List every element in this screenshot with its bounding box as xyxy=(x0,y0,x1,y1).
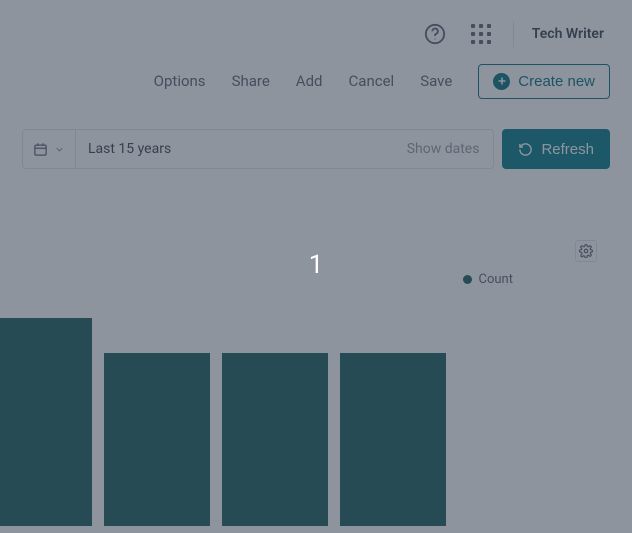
show-dates-toggle[interactable]: Show dates xyxy=(393,141,494,157)
chart-bar[interactable] xyxy=(222,353,328,526)
share-link[interactable]: Share xyxy=(232,72,270,90)
options-link[interactable]: Options xyxy=(154,72,206,90)
calendar-icon xyxy=(33,142,48,157)
refresh-button[interactable]: Refresh xyxy=(502,129,610,169)
date-range-picker[interactable]: Last 15 years Show dates xyxy=(22,129,494,169)
legend-label: Count xyxy=(479,272,513,287)
legend-dot-icon xyxy=(463,275,472,284)
date-dropdown-toggle[interactable] xyxy=(23,130,76,168)
chart-bar[interactable] xyxy=(0,318,92,526)
apps-icon[interactable] xyxy=(467,20,495,48)
refresh-label: Refresh xyxy=(541,141,594,158)
save-link[interactable]: Save xyxy=(420,72,452,90)
cancel-link[interactable]: Cancel xyxy=(349,72,395,90)
help-icon[interactable] xyxy=(421,20,449,48)
chart-panel: Count xyxy=(0,226,610,526)
create-new-button[interactable]: Create new xyxy=(478,64,610,99)
chart-bar[interactable] xyxy=(104,353,210,526)
date-range-label: Last 15 years xyxy=(76,141,393,157)
add-link[interactable]: Add xyxy=(296,72,323,90)
refresh-icon xyxy=(518,142,533,157)
action-bar: Options Share Add Cancel Save Create new xyxy=(0,68,632,112)
chart-highlight-value: 1 xyxy=(309,252,324,278)
chart-bars xyxy=(0,266,446,526)
user-name[interactable]: Tech Writer xyxy=(532,26,610,42)
create-new-label: Create new xyxy=(518,73,595,90)
gear-icon xyxy=(579,244,593,258)
chart-bar[interactable] xyxy=(340,353,446,526)
top-bar: Tech Writer xyxy=(0,0,632,68)
filter-bar: Last 15 years Show dates Refresh xyxy=(0,112,632,186)
plus-circle-icon xyxy=(493,73,510,90)
chevron-down-icon xyxy=(54,144,65,155)
chart-settings-button[interactable] xyxy=(575,240,597,262)
chart-legend: Count xyxy=(463,272,513,287)
vertical-divider xyxy=(513,21,514,47)
